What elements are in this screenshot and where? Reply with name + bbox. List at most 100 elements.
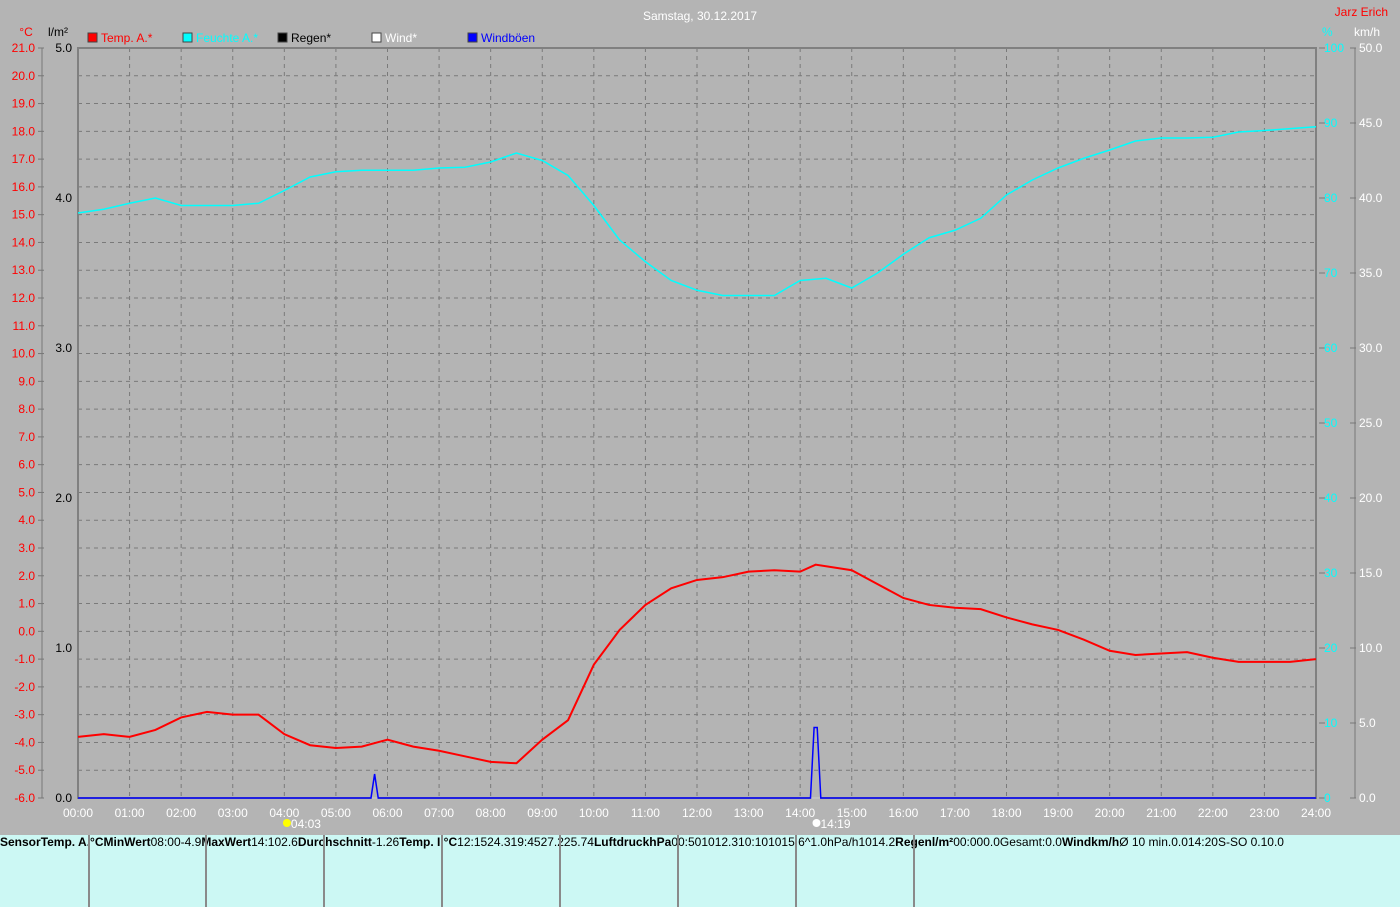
x-tick-label: 12:00 — [682, 806, 712, 820]
table-cell: 14:20 — [1187, 835, 1218, 849]
table-cell: Ø 10 min. — [1119, 835, 1172, 849]
legend-label: Temp. A.* — [101, 31, 153, 45]
x-tick-label: 09:00 — [527, 806, 557, 820]
table-cell: 1015.6 — [768, 835, 805, 849]
temp-tick-label: 15.0 — [12, 208, 36, 222]
x-tick-label: 18:00 — [991, 806, 1021, 820]
humidity-tick-label: 20 — [1324, 641, 1338, 655]
legend-swatch — [467, 32, 478, 43]
x-tick-label: 11:00 — [631, 806, 660, 820]
temp-tick-label: -6.0 — [14, 791, 35, 805]
temp-tick-label: 7.0 — [18, 430, 35, 444]
table-cell: 19:45 — [510, 835, 541, 849]
x-tick-label: 22:00 — [1198, 806, 1228, 820]
table-cell: 1014.2 — [858, 835, 896, 849]
legend-swatch — [182, 32, 193, 43]
table-cell: 08:00 — [150, 835, 181, 849]
temp-tick-label: -1.0 — [14, 652, 35, 666]
table-cell: -4.9 — [180, 835, 202, 849]
temp-tick-label: 8.0 — [18, 402, 35, 416]
table-cell: 0.0 — [1045, 835, 1062, 849]
legend-label: Regen* — [291, 31, 331, 45]
table-cell: 25.74 — [563, 835, 594, 849]
table-cell: ^1.0hPa/h — [804, 835, 859, 849]
wind-unit: km/h — [1354, 25, 1380, 39]
table-cell: 12:15 — [457, 835, 488, 849]
temp-tick-label: -4.0 — [14, 735, 35, 749]
temp-tick-label: 16.0 — [12, 180, 36, 194]
x-tick-label: 08:00 — [476, 806, 506, 820]
table-cell: Luftdruck — [593, 835, 650, 849]
temp-tick-label: 20.0 — [12, 69, 36, 83]
wind-tick-label: 45.0 — [1359, 116, 1383, 130]
temp-unit: °C — [19, 25, 33, 39]
table-cell: -1.26 — [371, 835, 400, 849]
table-cell: 10:10 — [738, 835, 769, 849]
legend-label: Windböen — [481, 31, 535, 45]
table-cell: 24.3 — [487, 835, 511, 849]
table-cell: MinWert — [103, 835, 151, 849]
table-cell: 00:50 — [671, 835, 702, 849]
weather-chart: Samstag, 30.12.2017 Jarz Erich Temp. A.* Fe… — [12, 5, 1388, 831]
rain-tick-label: 2.0 — [55, 491, 72, 505]
table-cell: 0.0 — [1171, 835, 1188, 849]
rain-tick-label: 0.0 — [55, 791, 72, 805]
table-cell: Temp. A. — [40, 835, 91, 849]
temp-tick-label: 6.0 — [18, 458, 35, 472]
temp-tick-label: 13.0 — [12, 263, 36, 277]
humidity-tick-label: 50 — [1324, 416, 1338, 430]
temp-tick-label: 9.0 — [18, 374, 35, 388]
table-cell: S-SO 0.1 — [1217, 835, 1268, 849]
x-tick-label: 00:00 — [63, 806, 93, 820]
table-cell: l/m² — [931, 835, 954, 849]
wind-tick-label: 15.0 — [1359, 566, 1383, 580]
sunset-icon — [812, 819, 821, 827]
table-cell: MaxWert — [201, 835, 252, 849]
table-cell: °C — [90, 835, 104, 849]
temp-tick-label: 3.0 — [18, 541, 35, 555]
temp-tick-label: 14.0 — [12, 235, 36, 249]
x-tick-label: 03:00 — [218, 806, 248, 820]
x-tick-label: 16:00 — [888, 806, 918, 820]
table-cell: Temp. I. — [399, 835, 444, 849]
temp-tick-label: -5.0 — [14, 763, 35, 777]
temp-tick-label: 5.0 — [18, 485, 35, 499]
temp-tick-label: 10.0 — [12, 347, 36, 361]
x-tick-label: 24:00 — [1301, 806, 1331, 820]
legend-label: Wind* — [385, 31, 417, 45]
temp-tick-label: 4.0 — [18, 513, 35, 527]
x-tick-label: 01:00 — [115, 806, 145, 820]
x-tick-label: 05:00 — [321, 806, 351, 820]
author-label: Jarz Erich — [1335, 5, 1388, 19]
table-cell: 14:10 — [251, 835, 282, 849]
table-cell: Sensor — [0, 835, 41, 849]
marker-label: 04:03 — [291, 817, 321, 831]
table-cell: 0.0 — [1267, 835, 1284, 849]
temp-tick-label: 17.0 — [12, 152, 36, 166]
temp-tick-label: 21.0 — [12, 41, 36, 55]
temp-tick-label: 11.0 — [13, 319, 36, 333]
legend-swatch — [277, 32, 288, 43]
table-cell: 2.6 — [281, 835, 298, 849]
legend-swatch — [371, 32, 382, 43]
temp-tick-label: 12.0 — [12, 291, 36, 305]
wind-tick-label: 25.0 — [1359, 416, 1383, 430]
table-cell: °C — [443, 835, 458, 849]
wind-tick-label: 0.0 — [1359, 791, 1376, 805]
humidity-tick-label: 10 — [1324, 716, 1338, 730]
table-cell: Gesamt: — [999, 835, 1046, 849]
legend-swatch — [87, 32, 98, 43]
wind-tick-label: 30.0 — [1359, 341, 1383, 355]
wind-tick-label: 10.0 — [1359, 641, 1383, 655]
temp-tick-label: 1.0 — [18, 597, 35, 611]
rain-tick-label: 3.0 — [55, 341, 72, 355]
table-cell: 00:00 — [953, 835, 984, 849]
humidity-tick-label: 30 — [1324, 566, 1338, 580]
humidity-tick-label: 0 — [1324, 791, 1331, 805]
legend-label: Feuchte A.* — [196, 31, 258, 45]
rain-tick-label: 1.0 — [55, 641, 72, 655]
stats-panel: SensorTemp. A.°CMinWert08:00-4.9MaxWert1… — [0, 835, 1400, 907]
x-tick-label: 19:00 — [1043, 806, 1073, 820]
wind-tick-label: 35.0 — [1359, 266, 1383, 280]
x-tick-label: 10:00 — [579, 806, 609, 820]
